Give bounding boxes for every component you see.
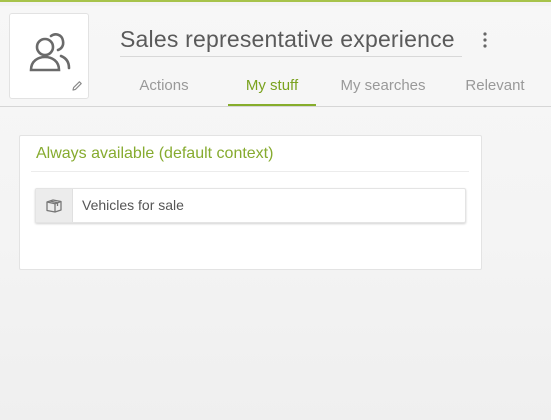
default-context-card: Always available (default context) Vehic… <box>19 135 482 270</box>
more-vertical-icon[interactable] <box>478 30 492 50</box>
tab-actions[interactable]: Actions <box>126 68 202 105</box>
tab-my-stuff[interactable]: My stuff <box>228 68 316 106</box>
list-item-vehicles-for-sale[interactable]: Vehicles for sale <box>35 188 466 223</box>
user-group-icon <box>29 33 71 72</box>
avatar[interactable] <box>9 13 89 99</box>
page-title: Sales representative experience <box>120 26 455 52</box>
list-item-label: Vehicles for sale <box>82 197 184 213</box>
tab-relevant[interactable]: Relevant <box>458 68 532 105</box>
page-header: Sales representative experience Actions … <box>0 6 551 107</box>
card-title: Always available (default context) <box>36 145 274 162</box>
title-underline <box>120 56 462 57</box>
pencil-icon[interactable] <box>71 80 83 92</box>
item-icon-box <box>36 189 73 222</box>
box-icon <box>46 199 62 213</box>
tab-my-searches[interactable]: My searches <box>338 68 428 105</box>
header-divider <box>0 106 551 107</box>
card-divider <box>31 171 469 172</box>
